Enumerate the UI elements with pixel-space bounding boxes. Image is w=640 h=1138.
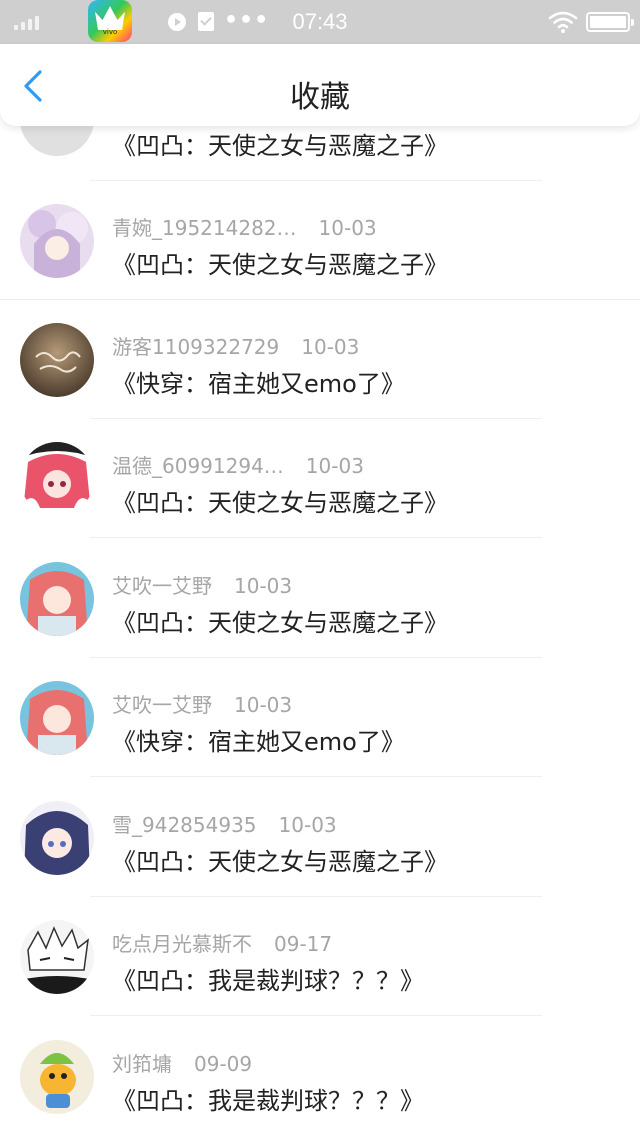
username: 艾吹一艾野 [112, 693, 212, 717]
list-item[interactable]: 青婉_195214282… 10-03 《凹凸：天使之女与恶魔之子》 [0, 182, 640, 301]
avatar [20, 920, 94, 994]
back-button[interactable] [18, 68, 54, 104]
username: 温德_60991294… [112, 454, 284, 478]
chevron-left-icon [24, 70, 42, 102]
divider [90, 418, 542, 419]
date: 10-03 [305, 454, 364, 478]
username: 吃点月光慕斯不 [112, 932, 252, 956]
divider [90, 1015, 542, 1016]
divider [90, 657, 542, 658]
divider [90, 896, 542, 897]
date: 09-17 [274, 932, 333, 956]
item-meta: 雪_942854935 10-03 [112, 809, 337, 837]
book-title: 《凹凸：天使之女与恶魔之子》 [112, 489, 448, 517]
book-title: 《凹凸：我是裁判球？？？》 [112, 1087, 424, 1115]
date: 10-03 [301, 335, 360, 359]
item-meta: 刘筘墉 09-09 [112, 1048, 253, 1076]
favorites-list: 《凹凸：天使之女与恶魔之子》 青婉_195214282… 10-03 《凹凸：天使… [0, 0, 640, 1138]
list-item[interactable]: 吃点月光慕斯不 09-17 《凹凸：我是裁判球？？？》 [0, 898, 640, 1017]
date: 10-03 [234, 574, 293, 598]
list-item[interactable]: 艾吹一艾野 10-03 《凹凸：天使之女与恶魔之子》 [0, 540, 640, 659]
divider [90, 776, 542, 777]
item-meta: 吃点月光慕斯不 09-17 [112, 928, 333, 956]
item-meta: 艾吹一艾野 10-03 [112, 689, 293, 717]
avatar [20, 562, 94, 636]
list-item[interactable]: 雪_942854935 10-03 《凹凸：天使之女与恶魔之子》 [0, 779, 640, 898]
date: 10-03 [234, 693, 293, 717]
avatar [20, 442, 94, 516]
item-meta: 艾吹一艾野 10-03 [112, 570, 293, 598]
date: 09-09 [194, 1052, 253, 1076]
book-title: 《凹凸：天使之女与恶魔之子》 [112, 132, 448, 160]
item-meta: 游客1109322729 10-03 [112, 331, 360, 359]
book-title: 《凹凸：天使之女与恶魔之子》 [112, 609, 448, 637]
username: 青婉_195214282… [112, 216, 297, 240]
username: 刘筘墉 [112, 1052, 172, 1076]
avatar [20, 1040, 94, 1114]
book-title: 《凹凸：天使之女与恶魔之子》 [112, 848, 448, 876]
date: 10-03 [278, 813, 337, 837]
username: 游客1109322729 [112, 335, 280, 359]
avatar [20, 204, 94, 278]
avatar [20, 681, 94, 755]
divider [0, 299, 640, 300]
item-meta: 温德_60991294… 10-03 [112, 450, 364, 478]
book-title: 《凹凸：天使之女与恶魔之子》 [112, 251, 448, 279]
list-item[interactable]: 艾吹一艾野 10-03 《快穿：宿主她又emo了》 [0, 659, 640, 778]
list-item[interactable]: 游客1109322729 10-03 《快穿：宿主她又emo了》 [0, 301, 640, 420]
username: 雪_942854935 [112, 813, 257, 837]
divider [90, 180, 542, 181]
nav-bar: 收藏 [0, 44, 640, 126]
page-title: 收藏 [290, 80, 350, 115]
date: 10-03 [318, 216, 377, 240]
book-title: 《凹凸：我是裁判球？？？》 [112, 967, 424, 995]
item-meta: 青婉_195214282… 10-03 [112, 212, 377, 240]
avatar [20, 801, 94, 875]
username: 艾吹一艾野 [112, 574, 212, 598]
list-item[interactable]: 刘筘墉 09-09 《凹凸：我是裁判球？？？》 [0, 1018, 640, 1137]
book-title: 《快穿：宿主她又emo了》 [112, 728, 405, 756]
list-item[interactable]: 温德_60991294… 10-03 《凹凸：天使之女与恶魔之子》 [0, 420, 640, 539]
book-title: 《快穿：宿主她又emo了》 [112, 370, 405, 398]
avatar [20, 323, 94, 397]
divider [90, 537, 542, 538]
